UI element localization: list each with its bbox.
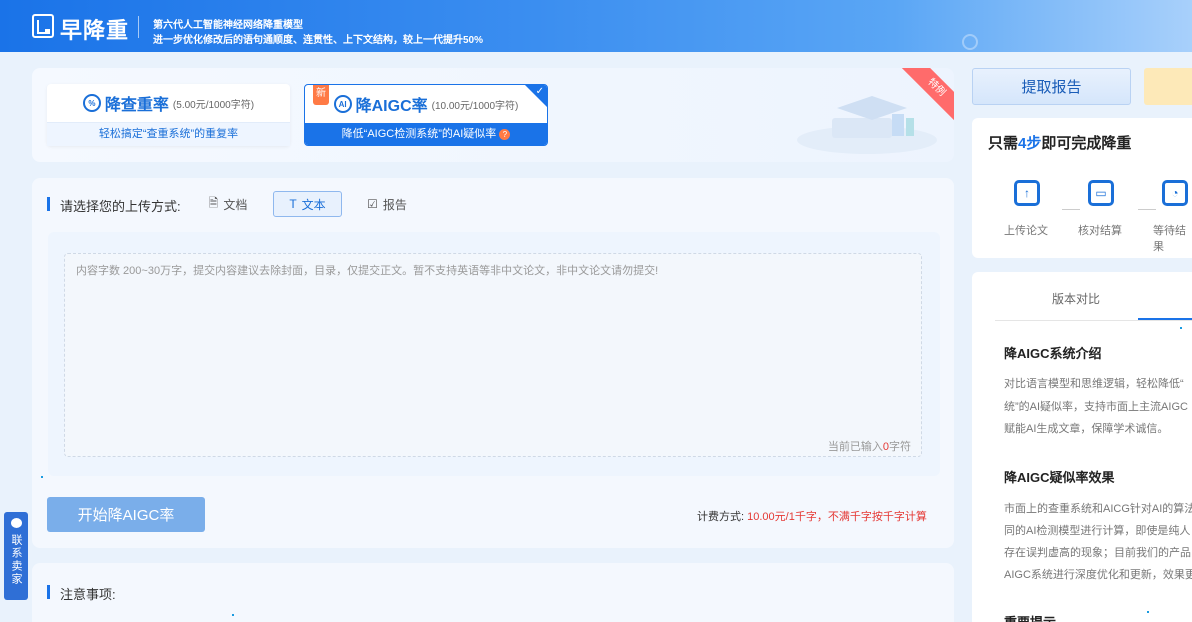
mode-aigc-option[interactable]: 新 ✓ AI 降AIGC率 (10.00元/1000字符) 降低“AIGC检测系… [304, 84, 548, 146]
step-connector [1062, 209, 1080, 210]
intro-line: 赋能AI生成文章，保障学术诚信。 [1004, 423, 1169, 435]
secondary-action-button[interactable] [1144, 68, 1192, 105]
logo-icon [32, 14, 54, 38]
steps-title-post: 即可完成降重 [1041, 135, 1132, 152]
upload-icon: ↑ [1014, 180, 1040, 206]
notice-card [32, 563, 954, 622]
text-input-placeholder: 内容字数 200~30万字，提交内容建议去除封面，目录，仅提交正文。暂不支持英语… [76, 265, 659, 277]
notice-label: 注意事项: [60, 587, 116, 602]
upload-method-label: 请选择您的上传方式: [60, 199, 181, 214]
effect-line: 同的AI检测模型进行计算，即使是纯人 [1004, 525, 1191, 537]
intro-title: 降AIGC系统介绍 [1004, 346, 1102, 361]
decor-circle [962, 34, 978, 50]
tab-active-indicator [1138, 318, 1192, 320]
mode-aigc-subtitle-text: 降低“AIGC检测系统”的AI疑似率 [341, 128, 497, 140]
mode-recheck-price: (5.00元/1000字符) [172, 99, 255, 111]
contact-seller-tab[interactable]: 联系卖家 [4, 512, 28, 600]
steps-title-highlight: 4步 [1018, 135, 1042, 152]
decor-dot [41, 476, 43, 478]
mode-recheck-subtitle: 轻松搞定“查重系统”的重复率 [47, 122, 290, 146]
percent-icon: % [82, 94, 101, 112]
tab-document-label: 文档 [223, 197, 248, 212]
tab-version-compare[interactable]: 版本对比 [1052, 290, 1100, 307]
brand-name: 早降重 [60, 18, 130, 43]
clock-icon: ◔ [1162, 180, 1188, 206]
mode-recheck-option[interactable]: % 降查重率 (5.00元/1000字符) 轻松搞定“查重系统”的重复率 [47, 84, 290, 146]
mode-aigc-subtitle: 降低“AIGC检测系统”的AI疑似率 ? [305, 123, 547, 145]
graduation-illustration [797, 96, 937, 154]
step-label-upload: 上传论文 [1004, 225, 1048, 237]
effect-line: 存在误判虚高的现象；目前我们的产品 [1004, 547, 1191, 559]
tab-underline [995, 320, 1192, 321]
intro-line: 统”的AI疑似率，支持市面上主流AIGC [1004, 401, 1188, 413]
header-slogan-2: 进一步优化修改后的语句通顺度、连贯性、上下文结构，较上一代提升50% [153, 35, 484, 46]
tab-report[interactable]: ☑ 报告 [354, 191, 420, 217]
text-input-area[interactable] [64, 253, 922, 457]
decor-dot [1180, 327, 1182, 329]
effect-title: 降AIGC疑似率效果 [1004, 470, 1115, 485]
steps-title-pre: 只需 [988, 135, 1019, 152]
intro-line: 对比语言模型和思维逻辑，轻松降低“ [1004, 378, 1184, 390]
new-badge: 新 [313, 85, 329, 105]
mode-aigc-title: 降AIGC率 [355, 98, 428, 115]
tab-report-label: 报告 [382, 197, 407, 212]
wallet-icon: ▭ [1088, 180, 1114, 206]
step-connector [1138, 209, 1156, 210]
report-icon: ☑ [367, 197, 378, 211]
mode-aigc-price: (10.00元/1000字符) [431, 100, 519, 112]
decor-dot [1147, 611, 1149, 613]
tab-text[interactable]: T 文本 [273, 191, 342, 217]
effect-line: 市面上的查重系统和AICG针对AI的算法 [1004, 503, 1192, 515]
decor-dot [232, 614, 234, 616]
chat-bubble-icon [10, 518, 22, 528]
char-count-prefix: 当前已输入 [827, 441, 883, 453]
billing-label: 计费方式: [697, 511, 745, 523]
billing-info: 计费方式: 10.00元/1千字，不满千字按千字计算 [697, 508, 927, 524]
char-count: 当前已输入0字符 [828, 438, 911, 454]
top-header: 早降重 第六代人工智能神经网络降重模型 进一步优化修改后的语句通顺度、连贯性、上… [0, 0, 1192, 52]
step-label-settle: 核对结算 [1078, 225, 1122, 237]
question-icon[interactable]: ? [499, 128, 511, 140]
step-label-wait: 等待结果 [1153, 225, 1186, 253]
char-count-suffix: 字符 [889, 441, 911, 453]
tip-title: 重要提示 [1004, 612, 1056, 622]
start-button[interactable]: 开始降AIGC率 [47, 497, 205, 532]
document-icon: 🗎 [208, 195, 219, 210]
tab-document[interactable]: 🗎 文档 [194, 191, 262, 217]
text-icon: T [289, 197, 297, 211]
header-slogan-1: 第六代人工智能神经网络降重模型 [153, 20, 303, 31]
header-divider [138, 16, 139, 38]
check-icon: ✓ [535, 86, 544, 97]
section-marker [47, 197, 50, 211]
extract-report-button[interactable]: 提取报告 [972, 68, 1131, 105]
steps-title: 只需4步即可完成降重 [988, 132, 1131, 153]
ai-icon: AI [333, 95, 352, 113]
mode-selection-card: % 降查重率 (5.00元/1000字符) 轻松搞定“查重系统”的重复率 新 ✓… [32, 68, 954, 162]
tab-text-label: 文本 [301, 197, 326, 212]
contact-seller-label: 联系卖家 [10, 534, 22, 586]
effect-line: AIGC系统进行深度优化和更新，效果更 [1004, 569, 1192, 581]
section-marker [47, 585, 50, 599]
mode-recheck-title: 降查重率 [104, 97, 169, 114]
billing-value: 10.00元/1千字，不满千字按千字计算 [747, 511, 927, 523]
